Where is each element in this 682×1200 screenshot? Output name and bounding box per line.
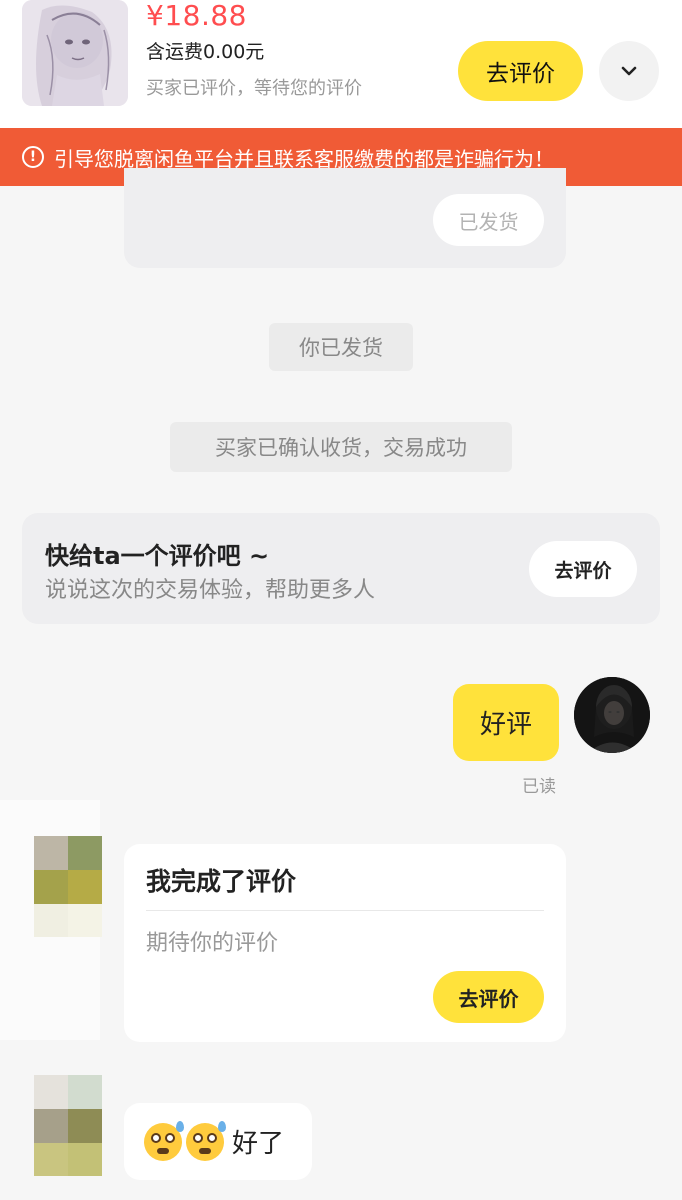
shipped-status-chip: 已发货 <box>433 194 544 246</box>
avatar-pixel <box>68 1075 102 1109</box>
chevron-down-icon <box>621 66 637 76</box>
avatar-pixel <box>68 904 102 937</box>
read-status: 已读 <box>522 777 556 797</box>
flushed-sweat-emoji-icon <box>186 1120 226 1161</box>
avatar-pixel <box>34 1109 68 1143</box>
divider <box>146 910 544 911</box>
avatar-pixel <box>68 870 102 904</box>
my-avatar[interactable] <box>574 677 650 753</box>
avatar-pixel <box>68 1109 102 1143</box>
avatar-pixel <box>34 870 68 904</box>
avatar-pixel <box>34 1143 68 1176</box>
review-card-title: 我完成了评价 <box>146 867 297 896</box>
order-status-text: 买家已评价，等待您的评价 <box>146 78 362 99</box>
expand-button[interactable] <box>599 41 659 101</box>
product-image <box>22 0 128 106</box>
avatar-pixel <box>34 904 68 937</box>
order-header: ¥18.88 含运费0.00元 买家已评价，等待您的评价 去评价 <box>0 0 682 128</box>
peer-avatar[interactable] <box>34 1075 102 1176</box>
avatar-pixel <box>34 836 68 870</box>
system-message-confirmed: 买家已确认收货，交易成功 <box>170 422 512 472</box>
product-thumbnail[interactable] <box>22 0 128 106</box>
peer-message-text: 好了 <box>232 1129 285 1159</box>
shipping-fee: 含运费0.00元 <box>146 41 265 63</box>
alert-circle-icon: ! <box>22 146 44 168</box>
review-card-subtitle: 期待你的评价 <box>146 931 279 956</box>
system-message-shipped: 你已发货 <box>269 323 413 371</box>
avatar-pixel <box>34 1075 68 1109</box>
price: ¥18.88 <box>146 0 247 32</box>
review-prompt-button[interactable]: 去评价 <box>529 541 637 597</box>
peer-message-bubble[interactable]: 好了 <box>124 1103 312 1180</box>
avatar-pixel <box>68 836 102 870</box>
avatar-pixel <box>68 1143 102 1176</box>
my-message-bubble[interactable]: 好评 <box>453 684 559 761</box>
review-card-button[interactable]: 去评价 <box>433 971 544 1023</box>
avatar-image <box>574 677 650 753</box>
review-prompt-title: 快给ta一个评价吧 ~ <box>45 542 270 570</box>
review-prompt-subtitle: 说说这次的交易体验，帮助更多人 <box>45 578 376 603</box>
peer-avatar[interactable] <box>34 836 102 937</box>
flushed-sweat-emoji-icon <box>144 1120 184 1161</box>
header-review-button[interactable]: 去评价 <box>458 41 583 101</box>
